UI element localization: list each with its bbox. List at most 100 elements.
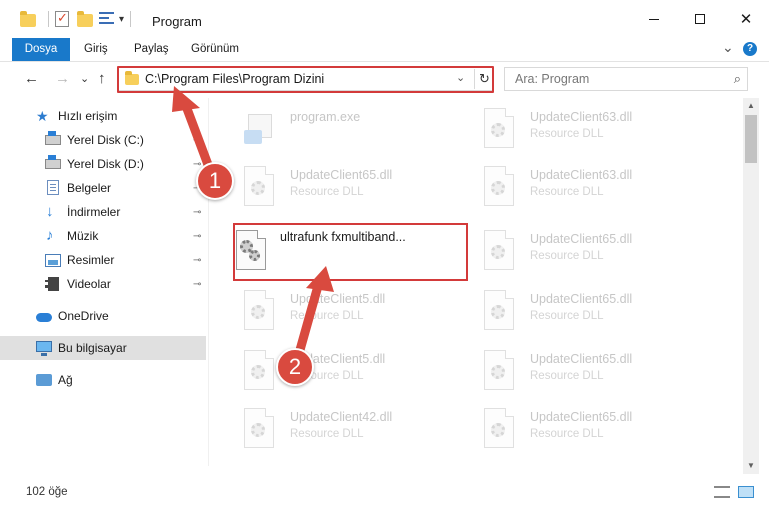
file-tile[interactable]: UpdateClient65.dll Resource DLL [460, 344, 690, 400]
file-type: Resource DLL [530, 250, 604, 262]
file-type: Resource DLL [530, 186, 604, 198]
file-tile[interactable]: UpdateClient63.dll Resource DLL [460, 102, 690, 158]
file-type: Resource DLL [290, 310, 364, 322]
forward-button[interactable]: → [55, 70, 70, 87]
sidebar-item-label: OneDrive [58, 309, 109, 323]
minimize-button[interactable] [631, 0, 677, 38]
sidebar-item-local-disk-d[interactable]: Yerel Disk (D:) ⊸ [0, 152, 206, 176]
sidebar-item-label: Videolar [67, 277, 111, 291]
sidebar-item-quick-access[interactable]: ★ Hızlı erişim [0, 104, 206, 128]
file-tile[interactable]: UpdateClient63.dll Resource DLL [460, 160, 690, 216]
properties-icon[interactable] [99, 11, 115, 27]
sidebar-item-downloads[interactable]: ↓ İndirmeler ⊸ [0, 200, 206, 224]
file-tile[interactable]: program.exe [220, 102, 450, 158]
minimize-icon [649, 18, 659, 20]
step-2-badge: 2 [276, 348, 314, 386]
pin-icon[interactable]: ⊸ [193, 207, 201, 218]
file-tile[interactable]: UpdateClient42.dll Resource DLL [220, 402, 450, 458]
cloud-icon [36, 308, 52, 324]
music-icon: ♪ [46, 227, 54, 244]
dll-icon [484, 290, 518, 334]
item-count: 102 öğe [26, 486, 68, 498]
drive-icon [45, 155, 61, 172]
documents-icon [45, 180, 61, 196]
pin-icon[interactable]: ⊸ [193, 279, 201, 290]
vertical-scrollbar[interactable]: ▲ ▼ [743, 98, 759, 474]
help-icon[interactable]: ? [743, 42, 757, 56]
close-button[interactable]: ✕ [723, 0, 769, 38]
dll-icon [484, 166, 518, 210]
properties-check-icon[interactable] [55, 10, 71, 27]
window-title: Program [152, 14, 202, 29]
pin-icon[interactable]: ⊸ [193, 135, 201, 146]
separator [48, 11, 49, 27]
sidebar-item-label: Yerel Disk (D:) [67, 157, 144, 171]
file-name: UpdateClient65.dll [530, 410, 633, 424]
sidebar-item-label: Hızlı erişim [58, 109, 118, 123]
maximize-button[interactable] [677, 0, 723, 38]
scroll-down-arrow-icon[interactable]: ▼ [743, 458, 759, 474]
pane-divider[interactable] [208, 98, 209, 466]
pin-icon[interactable]: ⊸ [193, 231, 201, 242]
tab-file[interactable]: Dosya [12, 38, 70, 61]
sidebar-item-onedrive[interactable]: OneDrive [0, 304, 206, 328]
dll-icon [484, 108, 518, 152]
drive-icon [45, 131, 61, 148]
search-box[interactable]: Ara: Program ⌕ [504, 67, 748, 91]
tab-share[interactable]: Paylaş [134, 38, 169, 61]
up-button[interactable]: ↑ [98, 70, 106, 87]
scroll-up-arrow-icon[interactable]: ▲ [743, 98, 759, 114]
navigation-pane: ★ Hızlı erişim Yerel Disk (C:) ⊸ Yerel D… [0, 98, 208, 466]
dll-icon [484, 350, 518, 394]
file-tile[interactable]: UpdateClient65.dll Resource DLL [460, 402, 690, 458]
pictures-icon [45, 252, 61, 268]
exe-icon [244, 108, 278, 152]
sidebar-item-label: Yerel Disk (C:) [67, 133, 144, 147]
file-tile[interactable]: UpdateClient65.dll Resource DLL [460, 224, 690, 280]
search-icon[interactable]: ⌕ [734, 71, 741, 87]
large-icons-view-icon[interactable] [738, 486, 754, 498]
sidebar-item-this-pc[interactable]: Bu bilgisayar [0, 336, 206, 360]
sidebar-item-label: Ağ [58, 373, 73, 387]
dll-icon [484, 230, 518, 274]
ribbon: Dosya Giriş Paylaş Görünüm ⌄ ? [0, 38, 769, 62]
pin-icon[interactable]: ⊸ [193, 255, 201, 266]
videos-icon [45, 276, 61, 292]
file-type: Resource DLL [530, 428, 604, 440]
quick-access-toolbar: ▾ [20, 10, 137, 27]
file-highlight-box [233, 223, 468, 281]
details-view-icon[interactable] [714, 486, 730, 498]
file-tile[interactable]: UpdateClient5.dll Resource DLL [220, 344, 450, 400]
file-tile[interactable]: UpdateClient65.dll Resource DLL [460, 284, 690, 340]
file-name: UpdateClient42.dll [290, 410, 393, 424]
file-tile[interactable]: UpdateClient65.dll Resource DLL [220, 160, 450, 216]
sidebar-item-documents[interactable]: Belgeler ⊸ [0, 176, 206, 200]
back-button[interactable]: ← [24, 70, 39, 87]
search-placeholder[interactable]: Ara: Program [515, 72, 589, 86]
file-name: UpdateClient63.dll [530, 168, 633, 182]
file-tile[interactable]: UpdateClient5.dll Resource DLL [220, 284, 450, 340]
file-type: Resource DLL [530, 128, 604, 140]
file-name: UpdateClient65.dll [530, 352, 633, 366]
expand-ribbon-icon[interactable]: ⌄ [722, 39, 734, 56]
scroll-thumb[interactable] [745, 115, 757, 163]
file-list: program.exe UpdateClient63.dll Resource … [210, 98, 743, 472]
sidebar-item-videos[interactable]: Videolar ⊸ [0, 272, 206, 296]
tab-home[interactable]: Giriş [84, 38, 108, 61]
new-folder-icon[interactable] [77, 11, 93, 27]
star-icon: ★ [36, 108, 49, 124]
customize-dropdown-icon[interactable]: ▾ [119, 14, 124, 25]
sidebar-item-label: İndirmeler [67, 205, 121, 219]
sidebar-item-pictures[interactable]: Resimler ⊸ [0, 248, 206, 272]
file-name: program.exe [290, 110, 361, 124]
file-name: UpdateClient65.dll [530, 232, 633, 246]
sidebar-item-label: Müzik [67, 229, 99, 243]
file-type: Resource DLL [290, 428, 364, 440]
sidebar-item-music[interactable]: ♪ Müzik ⊸ [0, 224, 206, 248]
sidebar-item-network[interactable]: Ağ [0, 368, 206, 392]
network-icon [36, 372, 52, 388]
tab-view[interactable]: Görünüm [191, 38, 239, 61]
sidebar-item-local-disk-c[interactable]: Yerel Disk (C:) ⊸ [0, 128, 206, 152]
sidebar-item-label: Bu bilgisayar [58, 341, 127, 355]
recent-locations-button[interactable]: ⌄ [80, 72, 89, 85]
